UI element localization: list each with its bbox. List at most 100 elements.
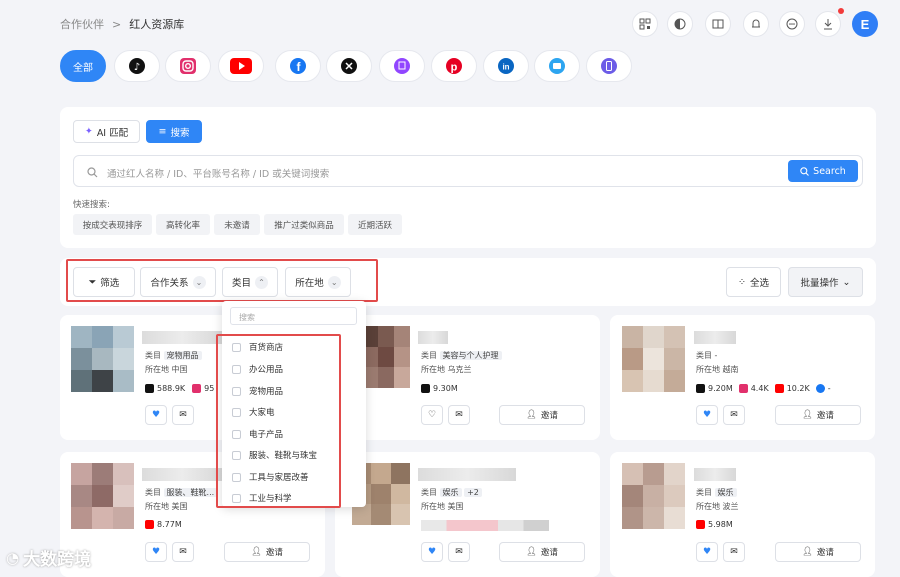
youtube-icon [145, 520, 154, 529]
highlight-box [216, 334, 341, 508]
search-mode-button[interactable]: ≡ 搜索 [146, 120, 202, 143]
name-blurred [694, 468, 736, 481]
highlight-box [66, 259, 378, 302]
linkedin-icon[interactable]: in [483, 50, 529, 82]
message-icon[interactable] [779, 11, 805, 37]
mail-icon[interactable]: ✉ [723, 542, 745, 562]
youtube-icon[interactable] [218, 50, 264, 82]
card-meta: 类目 娱乐 所在地 波兰 [696, 488, 739, 511]
heart-icon[interactable]: ♥ [696, 405, 718, 425]
quick-chip[interactable]: 近期活跃 [348, 214, 402, 235]
pinterest-icon[interactable]: p [431, 50, 477, 82]
tiktok-icon [696, 384, 705, 393]
search-button[interactable]: Search [788, 160, 858, 182]
batch-button[interactable]: 批量操作 ⌄ [788, 267, 863, 297]
mail-icon[interactable]: ✉ [172, 405, 194, 425]
sparkle-icon: ✦ [84, 126, 93, 137]
mail-icon[interactable]: ✉ [172, 542, 194, 562]
quick-chip[interactable]: 按成交表现排序 [73, 214, 152, 235]
name-blurred [418, 468, 516, 481]
user-icon: 👤︎ [251, 547, 262, 557]
breadcrumb-current: 红人资源库 [129, 18, 185, 31]
heart-icon[interactable]: ♥ [421, 542, 443, 562]
svg-text:in: in [502, 63, 509, 72]
heart-icon[interactable]: ♥ [696, 542, 718, 562]
search-icon [87, 167, 98, 178]
stats-blurred [421, 520, 549, 531]
card-meta: 类目 美容与个人护理 所在地 乌克兰 [421, 349, 502, 377]
instagram-icon [192, 384, 202, 393]
avatar [622, 463, 685, 529]
invite-button[interactable]: 👤︎ 邀请 [224, 542, 310, 562]
svg-text:♪: ♪ [134, 62, 140, 73]
avatar [71, 463, 134, 529]
filter-lines-icon: ≡ [158, 126, 167, 137]
quick-chip[interactable]: 未邀请 [214, 214, 260, 235]
dropdown-search-input[interactable]: 搜索 [230, 307, 357, 325]
ai-match-button[interactable]: ✦ AI 匹配 [73, 120, 140, 143]
notification-dot [838, 8, 844, 14]
card-meta: 类目 服装、鞋靴... 所在地 美国 [145, 486, 218, 514]
x-icon[interactable] [326, 50, 372, 82]
user-icon: 👤︎ [802, 410, 813, 420]
facebook-icon [815, 384, 825, 393]
instagram-icon[interactable] [165, 50, 211, 82]
invite-button[interactable]: 👤︎ 邀请 [775, 542, 861, 562]
card-meta: 类目 宠物用品 所在地 中国 [145, 349, 202, 377]
stats: 9.30M [421, 384, 458, 393]
phone-app-icon[interactable] [586, 50, 632, 82]
search-placeholder: 通过红人名称 / ID、平台账号名称 / ID 或关键词搜索 [107, 169, 330, 180]
search-icon [800, 166, 810, 176]
stats: 8.77M [145, 520, 182, 529]
qrcode-icon[interactable] [632, 11, 658, 37]
select-all-button[interactable]: ⁘ 全选 [726, 267, 781, 297]
card-meta: 类目 娱乐 +2 所在地 美国 [421, 486, 482, 514]
avatar[interactable]: E [852, 11, 878, 37]
theme-icon[interactable] [667, 11, 693, 37]
youtube-icon [774, 384, 784, 393]
book-icon[interactable] [705, 11, 731, 37]
heart-icon[interactable]: ♡ [421, 405, 443, 425]
user-icon: 👤︎ [802, 547, 813, 557]
mail-icon[interactable]: ✉ [448, 405, 470, 425]
invite-button[interactable]: 👤︎ 邀请 [775, 405, 861, 425]
name-blurred [694, 331, 736, 344]
tiktok-icon [145, 384, 154, 393]
card-meta: 类目 - 所在地 越南 [696, 351, 739, 374]
chevron-down-icon: ⌄ [842, 276, 851, 288]
name-blurred [142, 331, 222, 344]
invite-button[interactable]: 👤︎ 邀请 [499, 542, 585, 562]
stats: 5.98M [696, 520, 733, 529]
logo-icon: ◔ [6, 548, 20, 567]
quick-chip[interactable]: 高转化率 [156, 214, 210, 235]
name-blurred [142, 468, 222, 481]
facebook-icon[interactable]: f [275, 50, 321, 82]
youtube-icon [696, 520, 705, 529]
name-blurred [418, 331, 448, 344]
avatar [362, 326, 410, 388]
avatar [71, 326, 134, 392]
bell-icon[interactable] [743, 11, 769, 37]
twitch-icon[interactable] [379, 50, 425, 82]
breadcrumb-separator: > [112, 17, 122, 31]
stats: 9.20M 4.4K 10.2K - [696, 384, 831, 393]
invite-button[interactable]: 👤︎ 邀请 [499, 405, 585, 425]
tiktok-icon [421, 384, 430, 393]
breadcrumb-parent[interactable]: 合作伙伴 [60, 16, 104, 32]
mail-icon[interactable]: ✉ [723, 405, 745, 425]
quick-chip[interactable]: 推广过类似商品 [264, 214, 344, 235]
heart-icon[interactable]: ♥ [145, 405, 167, 425]
mail-icon[interactable]: ✉ [448, 542, 470, 562]
stats: 588.9K 95 [145, 384, 214, 393]
grid-icon: ⁘ [738, 276, 746, 288]
download-icon[interactable] [815, 11, 841, 37]
heart-icon[interactable]: ♥ [145, 542, 167, 562]
svg-text:p: p [451, 62, 458, 74]
search-input[interactable]: 通过红人名称 / ID、平台账号名称 / ID 或关键词搜索 Search [73, 155, 863, 187]
instagram-icon [738, 384, 748, 393]
user-icon: 👤︎ [526, 410, 537, 420]
tiktok-icon[interactable]: ♪ [114, 50, 160, 82]
chat-app-icon[interactable] [534, 50, 580, 82]
quick-search-label: 快速搜索: [73, 200, 110, 210]
tab-all[interactable]: 全部 [60, 50, 106, 82]
